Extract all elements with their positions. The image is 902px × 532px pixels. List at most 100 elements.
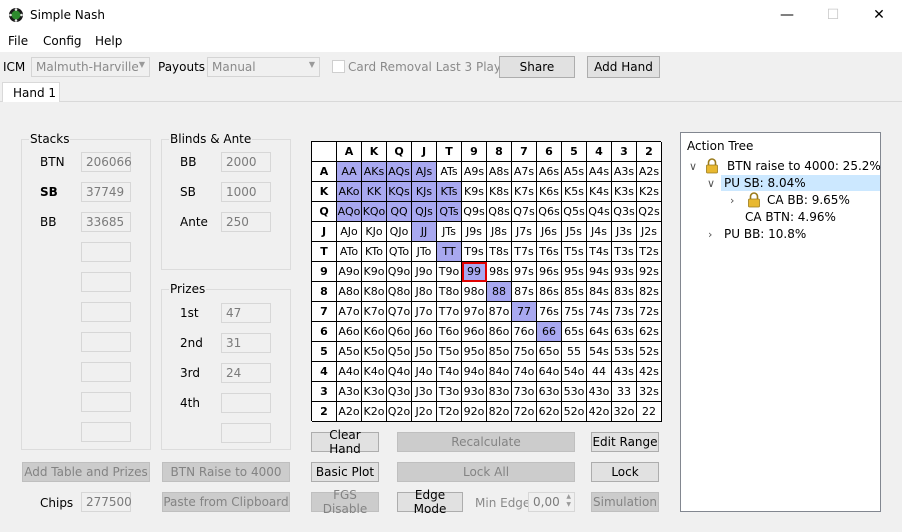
hand-cell[interactable]: A9s: [462, 162, 487, 182]
hand-cell[interactable]: ATs: [437, 162, 462, 182]
hand-cell[interactable]: A3s: [612, 162, 637, 182]
hand-cell[interactable]: 53o: [562, 382, 587, 402]
hand-cell[interactable]: 63s: [612, 322, 637, 342]
hand-cell[interactable]: J8o: [412, 282, 437, 302]
hand-cell[interactable]: 44: [587, 362, 612, 382]
hand-cell[interactable]: TT: [437, 242, 462, 262]
card-removal-checkbox[interactable]: [332, 60, 345, 73]
hand-cell[interactable]: 98s: [487, 262, 512, 282]
hand-cell[interactable]: T4s: [587, 242, 612, 262]
hand-cell[interactable]: JJ: [412, 222, 437, 242]
stack-input-empty[interactable]: [81, 362, 131, 382]
hand-cell[interactable]: T5s: [562, 242, 587, 262]
hand-cell[interactable]: Q6s: [537, 202, 562, 222]
hand-cell[interactable]: 84o: [487, 362, 512, 382]
hand-cell[interactable]: A2s: [637, 162, 662, 182]
hand-cell[interactable]: K7s: [512, 182, 537, 202]
hand-cell[interactable]: JTs: [437, 222, 462, 242]
hand-cell[interactable]: 73o: [512, 382, 537, 402]
prize-input-4th[interactable]: [221, 393, 271, 413]
hand-cell[interactable]: Q5o: [387, 342, 412, 362]
hand-cell[interactable]: K2o: [362, 402, 387, 422]
hand-cell[interactable]: 75o: [512, 342, 537, 362]
edge-mode-button[interactable]: Edge Mode: [397, 488, 463, 516]
hand-cell[interactable]: J5s: [562, 222, 587, 242]
paste-from-clipboard-button[interactable]: Paste from Clipboard: [162, 492, 290, 512]
hand-cell[interactable]: 62s: [637, 322, 662, 342]
hand-cell[interactable]: 72s: [637, 302, 662, 322]
hand-cell[interactable]: 97s: [512, 262, 537, 282]
hand-cell[interactable]: Q7s: [512, 202, 537, 222]
hand-cell[interactable]: AQs: [387, 162, 412, 182]
prize-input-2nd[interactable]: 31: [221, 333, 271, 353]
icm-select[interactable]: Malmuth-Harville ▼: [31, 57, 150, 77]
chevron-right-icon[interactable]: ›: [730, 194, 734, 207]
hand-cell[interactable]: K4o: [362, 362, 387, 382]
hand-cell[interactable]: KJo: [362, 222, 387, 242]
hand-cell[interactable]: J7s: [512, 222, 537, 242]
share-button[interactable]: Share: [499, 56, 575, 78]
hand-cell[interactable]: 32o: [612, 402, 637, 422]
hand-cell[interactable]: T6s: [537, 242, 562, 262]
hand-cell[interactable]: 76s: [537, 302, 562, 322]
hand-cell[interactable]: T2s: [637, 242, 662, 262]
hand-cell[interactable]: J2s: [637, 222, 662, 242]
lock-button[interactable]: Lock: [591, 462, 659, 482]
chevron-down-icon[interactable]: ∨: [707, 177, 715, 190]
tree-node-btn-raise[interactable]: BTN raise to 4000: 25.2%: [727, 158, 881, 174]
hand-cell[interactable]: J9s: [462, 222, 487, 242]
hand-cell[interactable]: 92s: [637, 262, 662, 282]
hand-cell[interactable]: 98o: [462, 282, 487, 302]
hand-cell[interactable]: Q5s: [562, 202, 587, 222]
recalculate-button[interactable]: Recalculate: [397, 432, 575, 452]
hand-cell[interactable]: Q8s: [487, 202, 512, 222]
hand-cell[interactable]: J2o: [412, 402, 437, 422]
hand-cell[interactable]: 87s: [512, 282, 537, 302]
fgs-disable-button[interactable]: FGS Disable: [311, 488, 379, 516]
hand-cell[interactable]: ATo: [337, 242, 362, 262]
hand-cell[interactable]: A7o: [337, 302, 362, 322]
hand-cell[interactable]: T8o: [437, 282, 462, 302]
hand-cell[interactable]: 96o: [462, 322, 487, 342]
menu-file[interactable]: File: [8, 34, 28, 48]
hand-cell[interactable]: K7o: [362, 302, 387, 322]
hand-cell[interactable]: KQs: [387, 182, 412, 202]
hand-cell[interactable]: Q2s: [637, 202, 662, 222]
hand-cell[interactable]: 83o: [487, 382, 512, 402]
hand-cell[interactable]: J3o: [412, 382, 437, 402]
hand-cell[interactable]: KQo: [362, 202, 387, 222]
hand-cell[interactable]: 64o: [537, 362, 562, 382]
hand-cell[interactable]: 95o: [462, 342, 487, 362]
prize-input-3rd[interactable]: 24: [221, 363, 271, 383]
hand-cell[interactable]: 76o: [512, 322, 537, 342]
hand-cell[interactable]: J6o: [412, 322, 437, 342]
hand-cell[interactable]: Q3o: [387, 382, 412, 402]
hand-cell[interactable]: J9o: [412, 262, 437, 282]
hand-cell[interactable]: 87o: [487, 302, 512, 322]
hand-cell[interactable]: K3o: [362, 382, 387, 402]
hand-cell[interactable]: QQ: [387, 202, 412, 222]
hand-cell[interactable]: A8o: [337, 282, 362, 302]
hand-cell[interactable]: T6o: [437, 322, 462, 342]
hand-cell[interactable]: 53s: [612, 342, 637, 362]
tree-node-ca-bb[interactable]: CA BB: 9.65%: [767, 192, 850, 208]
stack-input-empty[interactable]: [81, 422, 131, 442]
stack-input-empty[interactable]: [81, 392, 131, 412]
hand-cell[interactable]: 42o: [587, 402, 612, 422]
hand-cell[interactable]: 22: [637, 402, 662, 422]
prize-input-empty[interactable]: [221, 423, 271, 443]
hand-cell[interactable]: 32s: [637, 382, 662, 402]
close-button[interactable]: ✕: [856, 0, 902, 30]
hand-cell[interactable]: AKo: [337, 182, 362, 202]
hand-cell[interactable]: K8s: [487, 182, 512, 202]
hand-cell[interactable]: J3s: [612, 222, 637, 242]
menu-help[interactable]: Help: [95, 34, 122, 48]
hand-cell[interactable]: A8s: [487, 162, 512, 182]
hand-cell[interactable]: J4s: [587, 222, 612, 242]
hand-cell[interactable]: 88: [487, 282, 512, 302]
hand-cell[interactable]: K3s: [612, 182, 637, 202]
hand-cell[interactable]: T7s: [512, 242, 537, 262]
hand-cell[interactable]: 85s: [562, 282, 587, 302]
hand-cell[interactable]: K8o: [362, 282, 387, 302]
hand-cell[interactable]: 43s: [612, 362, 637, 382]
